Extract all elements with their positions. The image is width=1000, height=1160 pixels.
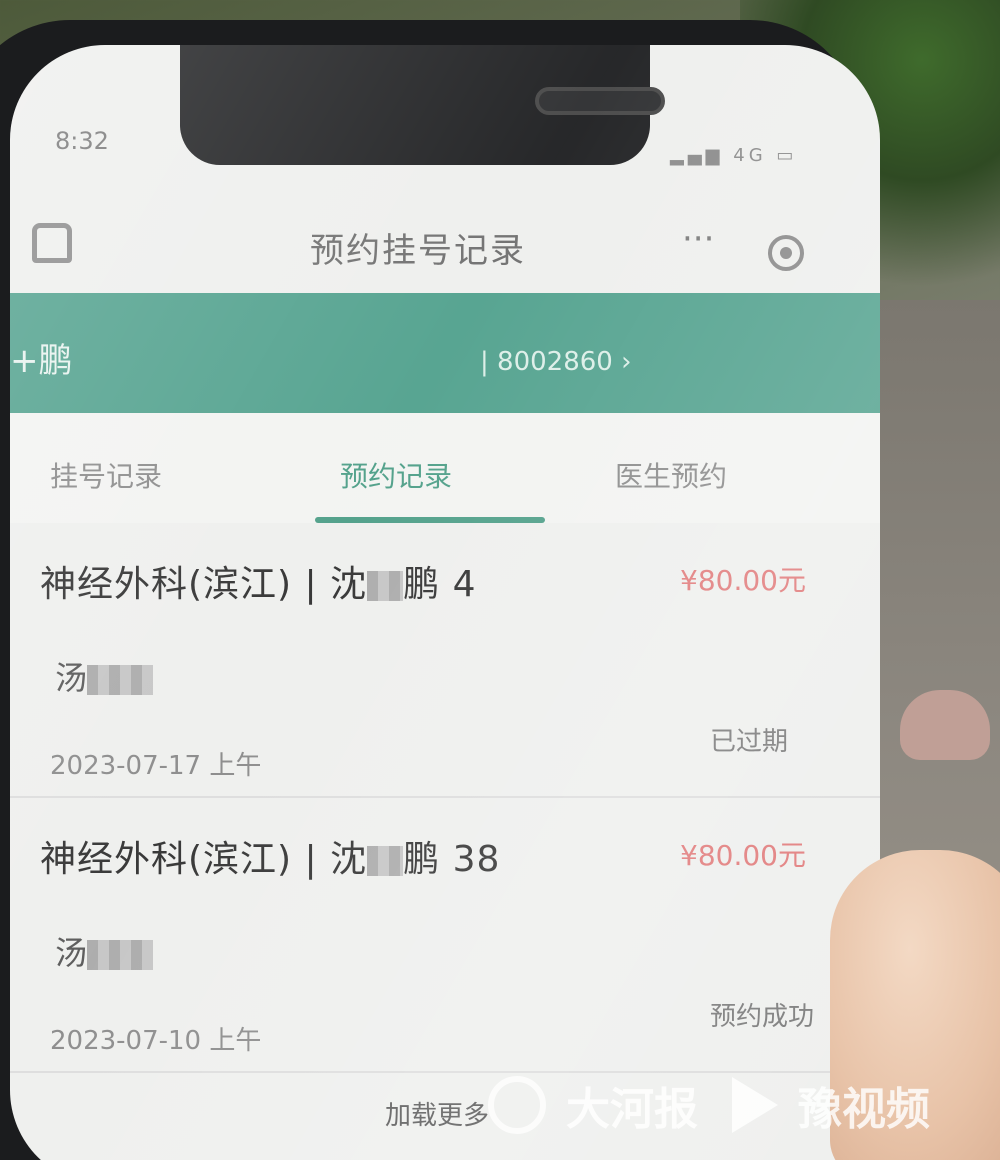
record-patient: 汤 bbox=[55, 928, 154, 974]
department-name: 神经外科(滨江) bbox=[40, 839, 293, 880]
record-title: 神经外科(滨江) | 沈鹏 38 bbox=[40, 839, 501, 880]
patient-card-number: | 8002860 › bbox=[480, 347, 632, 377]
watermark: 大河报 豫视频 bbox=[488, 1070, 930, 1140]
redaction-mosaic bbox=[87, 665, 154, 695]
queue-number: 38 bbox=[452, 839, 501, 880]
record-patient: 汤 bbox=[55, 653, 154, 699]
record-date: 2023-07-17 上午 bbox=[50, 751, 262, 781]
home-icon[interactable] bbox=[32, 223, 72, 263]
network-label: 4G bbox=[733, 145, 767, 166]
speaker-grille bbox=[535, 87, 665, 115]
doctor-name-suffix: 鹏 bbox=[403, 839, 441, 880]
record-date: 2023-07-10 上午 bbox=[50, 1026, 262, 1056]
tab-bar: 挂号记录 预约记录 医生预约 bbox=[10, 413, 880, 523]
status-time: 8:32 bbox=[55, 127, 109, 155]
phone-screen: 8:32 ▂▄▆ 4G ▭ 预约挂号记录 ··· +鹏 | 8002860 › … bbox=[10, 45, 880, 1160]
list-item[interactable]: 神经外科(滨江) | 沈鹏 38 ¥80.00元 汤 2023-07-10 上午… bbox=[10, 798, 880, 1073]
record-fee: ¥80.00元 bbox=[680, 839, 806, 872]
battery-icon: ▭ bbox=[776, 145, 798, 166]
doctor-name-prefix: 沈 bbox=[330, 564, 368, 605]
doctor-name-prefix: 沈 bbox=[330, 839, 368, 880]
redaction-mosaic bbox=[367, 571, 404, 601]
patient-name-prefix: 汤 bbox=[55, 659, 88, 697]
record-title: 神经外科(滨江) | 沈鹏 4 bbox=[40, 564, 477, 605]
page-title: 预约挂号记录 bbox=[310, 231, 526, 271]
navigation-bar: 预约挂号记录 ··· bbox=[10, 205, 880, 295]
record-status: 预约成功 bbox=[710, 1002, 815, 1032]
department-name: 神经外科(滨江) bbox=[40, 564, 293, 605]
target-close-icon[interactable] bbox=[768, 235, 804, 271]
dahe-logo-icon bbox=[488, 1076, 546, 1134]
ellipsis-icon[interactable]: ··· bbox=[682, 219, 714, 259]
card-number-value: 8002860 bbox=[497, 347, 613, 377]
patient-bar[interactable]: +鹏 | 8002860 › bbox=[10, 293, 880, 413]
record-fee: ¥80.00元 bbox=[680, 564, 806, 597]
doctor-name-suffix: 鹏 bbox=[403, 564, 441, 605]
signal-icon: ▂▄▆ bbox=[670, 145, 724, 166]
redaction-mosaic bbox=[367, 846, 404, 876]
tab-registration-records[interactable]: 挂号记录 bbox=[50, 455, 162, 495]
background-sandal bbox=[900, 690, 990, 760]
patient-name: +鹏 bbox=[10, 341, 73, 381]
status-icons: ▂▄▆ 4G ▭ bbox=[670, 145, 797, 166]
tab-doctor-appointment[interactable]: 医生预约 bbox=[615, 455, 727, 495]
tab-appointment-records[interactable]: 预约记录 bbox=[340, 455, 452, 495]
load-more-button[interactable]: 加载更多 bbox=[385, 1095, 489, 1132]
watermark-brand-1: 大河报 bbox=[566, 1084, 698, 1135]
record-status: 已过期 bbox=[710, 727, 789, 757]
play-logo-icon bbox=[732, 1077, 778, 1133]
list-item[interactable]: 神经外科(滨江) | 沈鹏 4 ¥80.00元 汤 2023-07-17 上午 … bbox=[10, 523, 880, 798]
notch bbox=[180, 45, 665, 165]
redaction-mosaic bbox=[87, 940, 154, 970]
watermark-brand-2: 豫视频 bbox=[798, 1084, 930, 1135]
queue-number: 4 bbox=[452, 564, 477, 605]
patient-name-prefix: 汤 bbox=[55, 934, 88, 972]
